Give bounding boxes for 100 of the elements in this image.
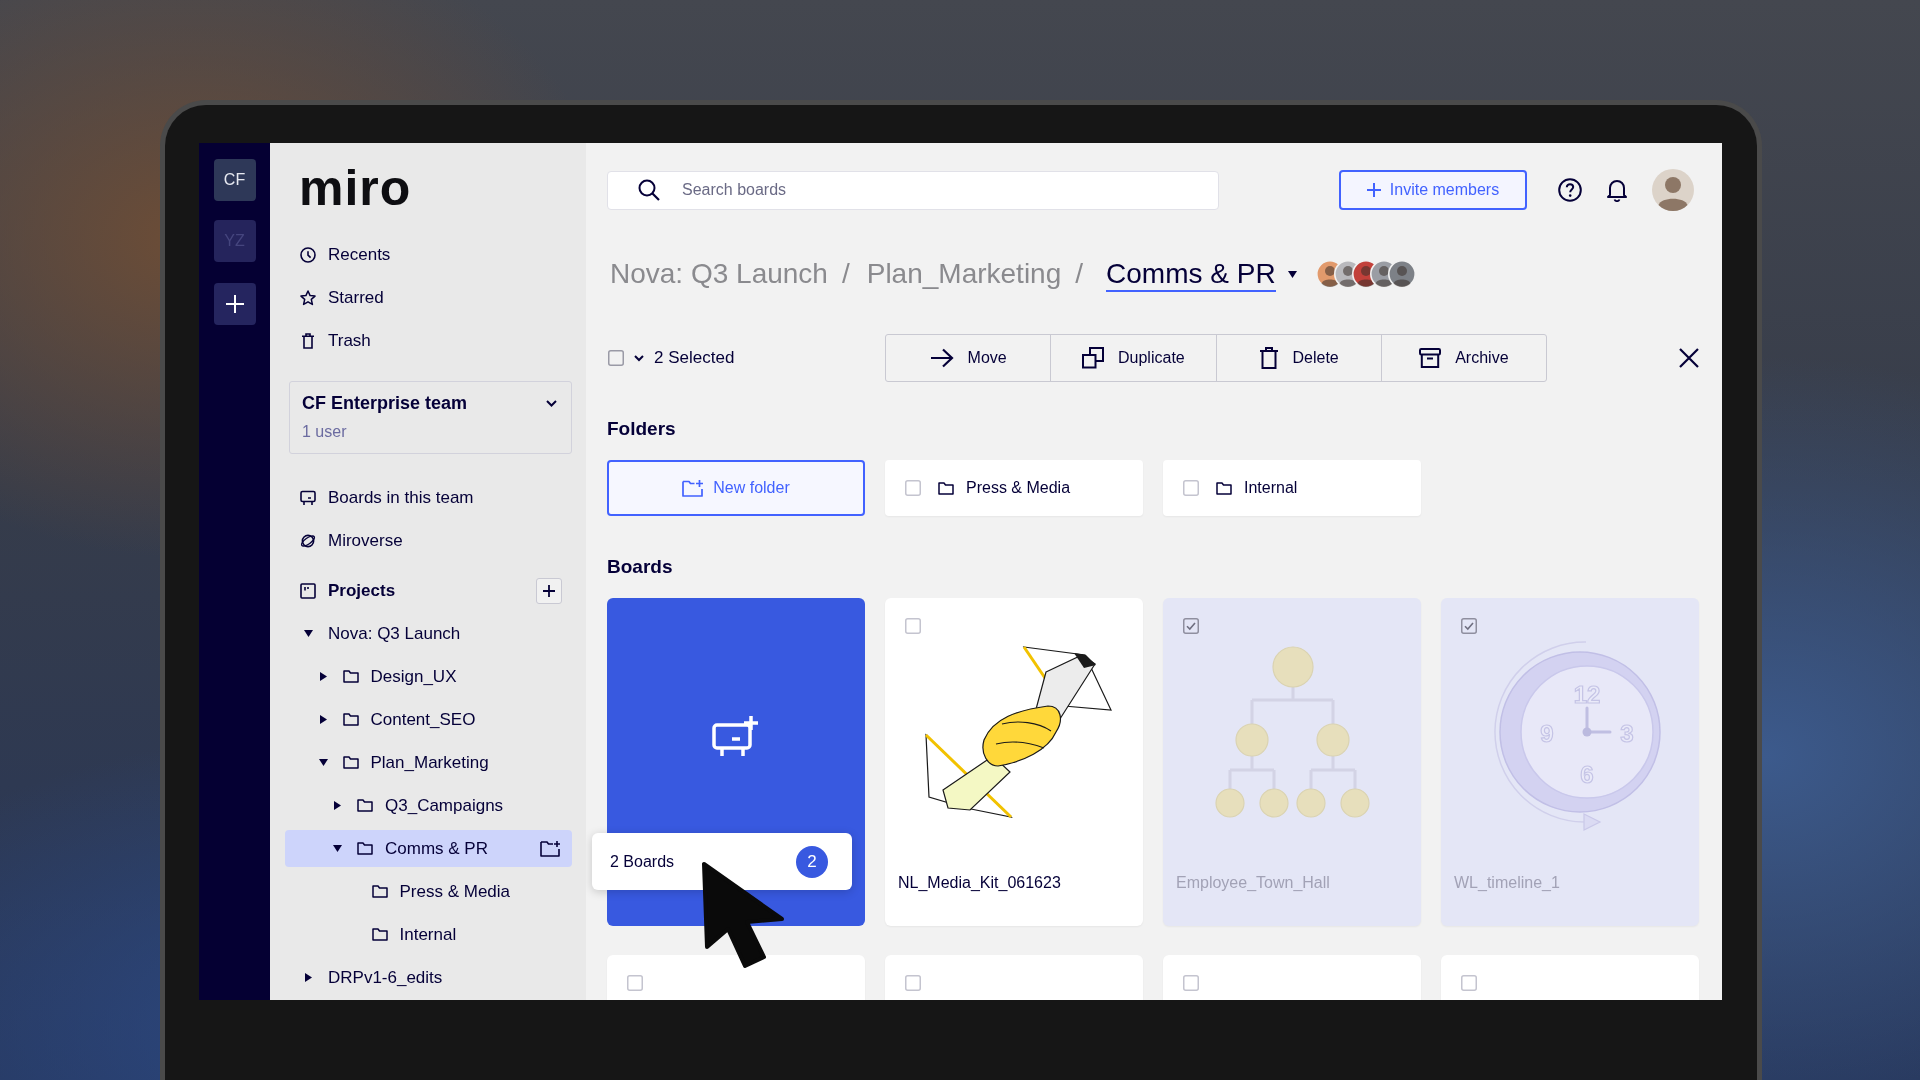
- drag-preview-label: 2 Boards: [610, 852, 675, 871]
- tree-item[interactable]: Comms & PR: [285, 830, 572, 867]
- folder-icon: [342, 670, 359, 683]
- miro-logo: miro: [299, 163, 412, 213]
- trash-link[interactable]: Trash: [285, 322, 572, 359]
- connector-line: [1309, 754, 1357, 791]
- archive-box-icon: [1419, 348, 1442, 368]
- tree-item[interactable]: Nova: Q3 Launch: [285, 615, 572, 652]
- org-chart-node: [1316, 723, 1350, 757]
- member-avatar: [1387, 260, 1416, 288]
- plus-icon: [225, 295, 244, 313]
- close-icon: [1679, 348, 1699, 368]
- chevron-down-icon: [546, 399, 557, 407]
- folder-icon: [342, 713, 359, 726]
- folders-heading: Folders: [607, 417, 676, 441]
- add-team-button[interactable]: [213, 283, 256, 325]
- starred-link[interactable]: Starred: [285, 279, 572, 316]
- team-name: CF Enterprise team: [302, 392, 468, 414]
- org-chart-node: [1272, 646, 1314, 688]
- tree-item[interactable]: Internal: [285, 916, 572, 953]
- connector-line: [1228, 754, 1276, 791]
- folder-icon: [371, 885, 388, 898]
- checkbox[interactable]: [627, 975, 643, 991]
- boards-link[interactable]: Boards in this team: [285, 479, 572, 516]
- tree-item[interactable]: Press & Media: [285, 873, 572, 910]
- folder-icon: [938, 481, 954, 495]
- archive-button[interactable]: Archive: [1380, 335, 1546, 381]
- trash-icon: [1258, 347, 1279, 369]
- breadcrumb-separator: /: [1075, 258, 1084, 290]
- team-tile[interactable]: CF: [213, 159, 256, 201]
- planet-icon: [300, 532, 316, 549]
- team-member-count: 1 user: [302, 422, 347, 442]
- folder-plus-icon: [682, 479, 705, 497]
- caret-right-icon[interactable]: [319, 672, 327, 681]
- checkbox[interactable]: [905, 618, 921, 634]
- caret-right-icon[interactable]: [319, 715, 327, 724]
- chevron-down-icon[interactable]: [634, 354, 644, 362]
- bell-icon[interactable]: [1606, 178, 1628, 202]
- folder-icon: [371, 928, 388, 941]
- caret-down-icon[interactable]: [1287, 270, 1297, 278]
- add-project-button[interactable]: [536, 577, 562, 604]
- duplicate-icon: [1082, 347, 1104, 369]
- checkbox[interactable]: [1183, 618, 1199, 634]
- caret-down-icon[interactable]: [333, 845, 342, 852]
- folder-icon: [342, 756, 359, 769]
- tree-item[interactable]: DRPv1-6_edits: [285, 959, 572, 996]
- checkbox[interactable]: [1461, 618, 1477, 634]
- user-avatar[interactable]: [1652, 169, 1694, 211]
- board-title: Employee_Town_Hall: [1176, 873, 1330, 893]
- move-button[interactable]: Move: [886, 335, 1051, 381]
- tree-item[interactable]: Content_SEO: [285, 701, 572, 738]
- new-folder-button[interactable]: New folder: [607, 460, 865, 516]
- help-icon[interactable]: [1558, 178, 1582, 202]
- breadcrumb-separator: /: [841, 258, 850, 290]
- team-switcher[interactable]: CF Enterprise team 1 user: [289, 381, 572, 454]
- invite-members-button[interactable]: Invite members: [1339, 170, 1527, 210]
- org-chart-node: [1340, 788, 1370, 818]
- folder-icon: [357, 842, 373, 855]
- tree-item[interactable]: Design_UX: [285, 658, 572, 695]
- checkbox[interactable]: [1183, 975, 1199, 991]
- tree-item[interactable]: Q3_Campaigns: [285, 787, 572, 824]
- breadcrumb-current[interactable]: Comms & PR: [1106, 256, 1276, 292]
- checkbox[interactable]: [905, 975, 921, 991]
- folder-card[interactable]: Press & Media: [885, 460, 1143, 516]
- recents-link[interactable]: Recents: [285, 236, 572, 273]
- miroverse-link[interactable]: Miroverse: [285, 522, 572, 559]
- arrow-right-icon: [929, 348, 954, 368]
- org-chart-node: [1296, 788, 1326, 818]
- caret-down-icon[interactable]: [318, 759, 328, 766]
- checkbox[interactable]: [1183, 480, 1199, 496]
- plus-icon: [543, 584, 555, 597]
- board-title: NL_Media_Kit_061623: [898, 873, 1061, 893]
- checkbox[interactable]: [1461, 975, 1477, 991]
- caret-right-icon[interactable]: [305, 973, 312, 982]
- folder-icon: [357, 799, 373, 812]
- folder-plus-icon[interactable]: [540, 840, 561, 857]
- trash-icon: [300, 332, 316, 349]
- board-card[interactable]: NL_Media_Kit_061623: [885, 598, 1143, 926]
- select-all-checkbox[interactable]: [608, 350, 624, 366]
- checkbox[interactable]: [905, 480, 921, 496]
- selection-count: 2 Selected: [654, 348, 735, 368]
- org-chart-node: [1215, 788, 1245, 818]
- delete-button[interactable]: Delete: [1215, 335, 1381, 381]
- board-icon: [300, 489, 316, 506]
- star-icon: [300, 289, 316, 306]
- org-chart-node: [1235, 723, 1269, 757]
- projects-heading: Projects: [328, 580, 396, 601]
- search-field[interactable]: Search boards: [607, 170, 1219, 210]
- caret-right-icon[interactable]: [334, 801, 341, 810]
- board-add-icon: [712, 715, 760, 759]
- tree-item[interactable]: Plan_Marketing: [285, 744, 572, 781]
- projects-icon: [300, 582, 316, 599]
- plus-icon: [1366, 183, 1381, 197]
- close-button[interactable]: [1679, 348, 1699, 368]
- board-title: WL_timeline_1: [1454, 873, 1560, 893]
- pointer-cursor-icon: [701, 861, 785, 969]
- folder-card[interactable]: Internal: [1163, 460, 1421, 516]
- duplicate-button[interactable]: Duplicate: [1050, 335, 1216, 381]
- caret-down-icon[interactable]: [304, 630, 313, 637]
- clock-icon: [300, 246, 316, 263]
